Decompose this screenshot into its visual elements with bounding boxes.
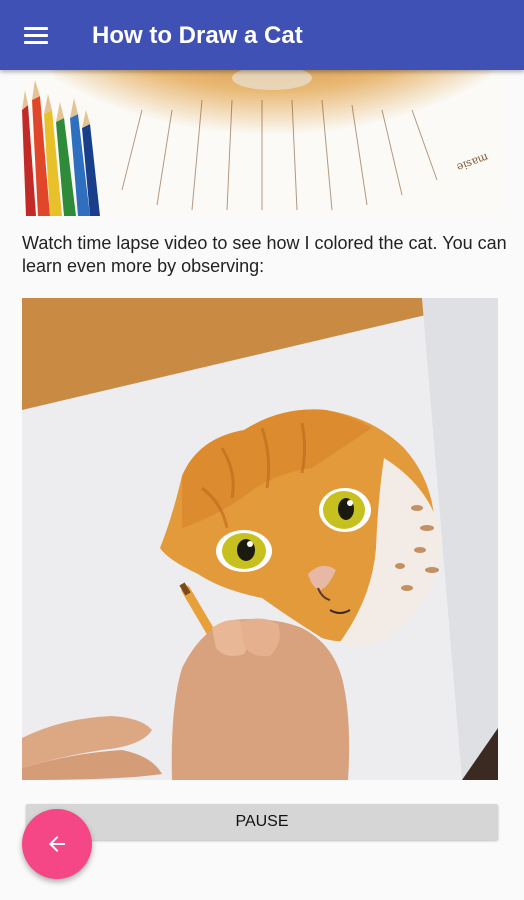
app-bar: How to Draw a Cat: [0, 0, 524, 70]
menu-button[interactable]: [14, 14, 58, 58]
back-fab-button[interactable]: [22, 809, 92, 879]
svg-text:ǝᴉsɐɯ: ǝᴉsɐɯ: [455, 149, 491, 173]
time-lapse-video[interactable]: [22, 298, 498, 780]
description-text: Watch time lapse video to see how I colo…: [22, 233, 507, 276]
arrow-left-icon: [49, 836, 65, 852]
cat-drawing-image: ǝᴉsɐɯ: [22, 70, 504, 216]
main-content[interactable]: ǝᴉsɐɯ Watch time lapse video to see how …: [0, 70, 524, 900]
app-screen: How to Draw a Cat ǝᴉsɐɯ Watch time lapse…: [0, 0, 524, 900]
hamburger-menu-icon: [24, 27, 48, 30]
pause-button[interactable]: PAUSE: [26, 804, 498, 840]
page-title: How to Draw a Cat: [92, 22, 303, 49]
